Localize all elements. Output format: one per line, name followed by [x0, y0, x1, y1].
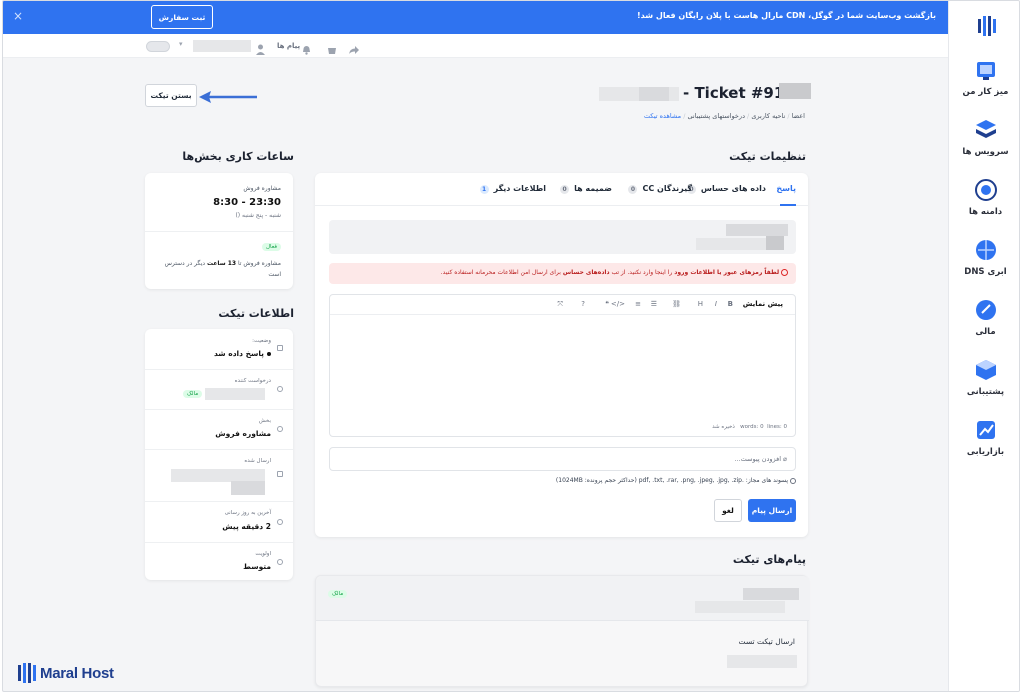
dept-hours: 8:30 - 23:30: [213, 197, 281, 208]
dashboard-icon: [976, 62, 995, 80]
dept-name: مشاوره فروش: [243, 185, 281, 192]
bell-icon[interactable]: [302, 40, 311, 59]
info-icon: [790, 477, 796, 484]
breadcrumb: اعضا / ناحیه کاربری / درخواستهای پشتیبان…: [643, 112, 805, 120]
owner-badge: مالک: [183, 390, 203, 398]
message-header: مالک: [316, 576, 809, 621]
status-badge: فعال: [262, 243, 281, 251]
sidebar-item-domains[interactable]: دامنه ها: [949, 177, 1019, 217]
ticket-info-card: وضعیت: پاسخ داده شد درخواست کننده مالک ب…: [145, 329, 293, 580]
tabs-bar: پاسخ داده های حساس0 گیرندگان CC0 ضمیمه ه…: [315, 173, 808, 206]
marketing-icon: [976, 421, 995, 439]
share-icon[interactable]: [349, 40, 359, 59]
working-hours-card: مشاوره فروش 8:30 - 23:30 شنبه - پنج شنبه…: [145, 173, 293, 289]
order-button[interactable]: ثبت سفارش: [151, 5, 213, 29]
logo-mark-icon: [17, 663, 37, 683]
send-message-button[interactable]: ارسال پیام: [748, 499, 796, 522]
breadcrumb-item[interactable]: ناحیه کاربری: [751, 112, 785, 120]
sidebar-item-cloud-dns[interactable]: DNS ابری: [949, 237, 1019, 277]
requester-name: [205, 388, 265, 400]
main-sidebar: میز کار من سرویس ها دامنه ها DNS ابری ما…: [948, 1, 1019, 691]
editor-toolbar: پیش نمایش B I H ⛓ ☰ ≡ </> ❝ ? ⤧: [330, 295, 795, 315]
reply-card: پاسخ داده های حساس0 گیرندگان CC0 ضمیمه ه…: [315, 173, 808, 537]
message-editor[interactable]: پیش نمایش B I H ⛓ ☰ ≡ </> ❝ ? ⤧ words: 0…: [329, 294, 796, 437]
chevron-down-icon[interactable]: ▾: [179, 40, 183, 48]
fullscreen-icon[interactable]: ⤧: [557, 300, 563, 309]
active-tab-indicator: [780, 204, 796, 206]
breadcrumb-item[interactable]: اعضا: [792, 112, 805, 120]
breadcrumb-current: مشاهده تیکت: [643, 112, 682, 120]
sidebar-logo[interactable]: [949, 13, 1019, 39]
user-name: [193, 40, 251, 52]
sidebar-item-dashboard[interactable]: میز کار من: [949, 57, 1019, 97]
user-icon: [277, 386, 283, 392]
tab-cc-recipients[interactable]: گیرندگان CC0: [628, 184, 692, 194]
chat-icon: [277, 426, 283, 432]
close-icon[interactable]: ×: [13, 9, 23, 23]
cancel-button[interactable]: لغو: [714, 499, 742, 522]
add-attachment-input[interactable]: ⌀ افزودن پیوست...: [329, 447, 796, 471]
brand-logo: Maral Host: [17, 662, 114, 684]
banner-message: بازگشت وب‌سایت شما در گوگل، CDN مارال ها…: [636, 11, 936, 20]
tab-reply[interactable]: پاسخ: [776, 184, 796, 193]
paperclip-icon: ⌀: [783, 455, 787, 463]
support-icon: [975, 360, 996, 380]
message-body: ارسال تیکت تست: [738, 637, 796, 646]
sidebar-item-support[interactable]: پشتیبانی: [949, 357, 1019, 397]
breadcrumb-item[interactable]: درخواستهای پشتیبانی: [688, 112, 745, 120]
quote-icon[interactable]: ❝: [605, 300, 609, 308]
logo-text: Maral Host: [40, 664, 114, 682]
link-icon[interactable]: ⛓: [672, 300, 681, 308]
ticket-settings-title: تنظیمات تیکت: [729, 150, 806, 163]
allowed-extensions: پسوند های مجاز: .pdf, .txt, .rar, .png, …: [556, 477, 796, 484]
page-title: - Ticket #914: [599, 83, 813, 105]
bold-icon[interactable]: B: [728, 300, 733, 308]
top-bar: ▾ پیام ها: [3, 34, 948, 58]
domains-icon: [974, 179, 997, 201]
cloud-dns-icon: [975, 240, 996, 260]
messages-label[interactable]: پیام ها: [277, 42, 300, 50]
italic-icon[interactable]: I: [715, 300, 717, 308]
tab-attachments[interactable]: ضمیمه ها0: [560, 184, 612, 194]
brand-mark-icon: [977, 16, 996, 36]
working-hours-title: ساعات کاری بخش‌ها: [182, 150, 294, 163]
ticket-subject-box: [329, 220, 796, 254]
theme-toggle[interactable]: [146, 41, 170, 52]
close-ticket-button[interactable]: بستن تیکت: [145, 84, 197, 107]
ticket-messages-title: پیام‌های تیکت: [732, 553, 806, 566]
priority-icon: [277, 559, 283, 565]
availability-text: مشاوره فروش تا 13 ساعت دیگر در دسترس است: [164, 260, 281, 278]
sidebar-item-finance[interactable]: مالی: [949, 297, 1019, 337]
sidebar-item-marketing[interactable]: بازاریابی: [949, 417, 1019, 457]
ticket-info-title: اطلاعات تیکت: [218, 307, 294, 320]
flag-icon: [277, 345, 283, 351]
calendar-icon: [277, 471, 283, 477]
dept-days: شنبه - پنج شنبه (): [235, 212, 281, 219]
security-warning: لطفاً رمزهای عبور یا اطلاعات ورود را این…: [329, 263, 796, 284]
editor-statusbar: words: 0 lines: 0 ذخیره شد: [712, 424, 787, 430]
tab-sensitive-data[interactable]: داده های حساس0: [686, 184, 766, 194]
editor-textarea[interactable]: [330, 315, 795, 419]
user-icon[interactable]: [256, 40, 265, 55]
message-card: مالک ارسال تیکت تست: [315, 575, 809, 687]
preview-tab[interactable]: پیش نمایش: [743, 300, 783, 308]
owner-badge: مالک: [328, 590, 348, 598]
ordered-list-icon[interactable]: ≡: [635, 300, 641, 308]
status-value: پاسخ داده شد: [214, 349, 271, 358]
tab-other-info[interactable]: اطلاعات دیگر1: [479, 184, 546, 194]
announcement-banner: × ثبت سفارش بازگشت وب‌سایت شما در گوگل، …: [3, 1, 948, 34]
clock-icon: [277, 519, 283, 525]
sidebar-item-services[interactable]: سرویس ها: [949, 117, 1019, 157]
warning-icon: [781, 269, 788, 276]
list-icon[interactable]: ☰: [651, 300, 657, 308]
finance-icon: [975, 300, 996, 320]
code-icon[interactable]: </>: [611, 300, 625, 308]
arrow-pointer-icon: [199, 89, 259, 108]
basket-icon[interactable]: [327, 40, 337, 59]
heading-icon[interactable]: H: [698, 300, 703, 308]
help-icon[interactable]: ?: [581, 300, 585, 308]
services-icon: [975, 120, 996, 138]
